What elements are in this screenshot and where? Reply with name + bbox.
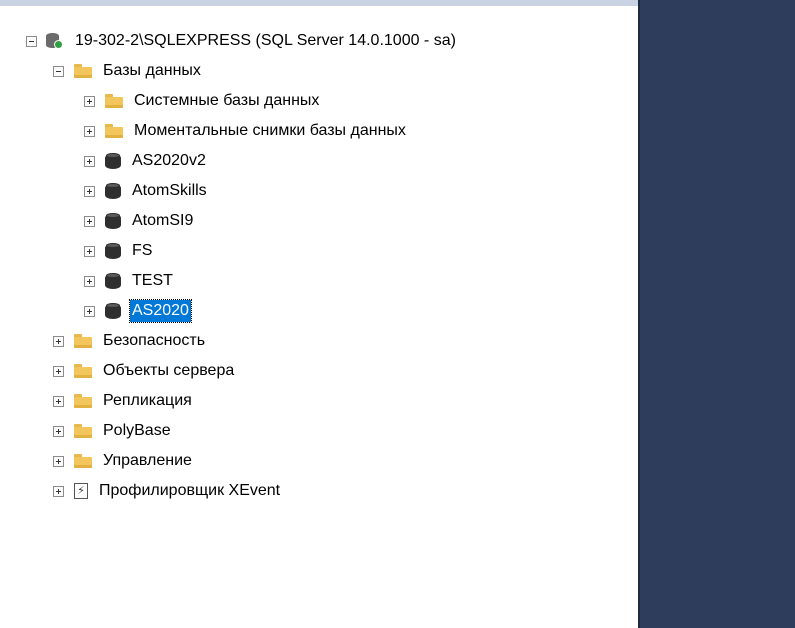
tree-node-label[interactable]: Безопасность xyxy=(101,330,207,352)
tree-node-database-atomskills[interactable]: AtomSkills xyxy=(0,176,638,206)
tree-node-server-objects[interactable]: Объекты сервера xyxy=(0,356,638,386)
server-label[interactable]: 19-302-2\SQLEXPRESS (SQL Server 14.0.100… xyxy=(73,30,458,52)
tree-node-server[interactable]: 19-302-2\SQLEXPRESS (SQL Server 14.0.100… xyxy=(0,26,638,56)
expand-icon[interactable] xyxy=(53,335,64,347)
collapse-icon[interactable] xyxy=(53,65,64,77)
folder-icon xyxy=(74,394,92,408)
tree-node-label[interactable]: Моментальные снимки базы данных xyxy=(132,120,408,142)
database-icon xyxy=(105,272,121,290)
tree-node-label[interactable]: AS2020v2 xyxy=(130,150,208,172)
tree-node-label[interactable]: AtomSkills xyxy=(130,180,209,202)
tree-node-databases[interactable]: Базы данных xyxy=(0,56,638,86)
expand-icon[interactable] xyxy=(84,245,95,257)
tree-node-label[interactable]: Управление xyxy=(101,450,194,472)
database-icon xyxy=(105,242,121,260)
object-explorer-panel: 19-302-2\SQLEXPRESS (SQL Server 14.0.100… xyxy=(0,0,638,628)
expand-icon[interactable] xyxy=(84,215,95,227)
tree-node-label[interactable]: PolyBase xyxy=(101,420,173,442)
folder-icon xyxy=(74,424,92,438)
xevent-profiler-icon: ⚡ xyxy=(74,483,88,499)
server-connected-icon xyxy=(46,32,64,50)
expand-icon[interactable] xyxy=(84,185,95,197)
expand-icon[interactable] xyxy=(53,425,64,437)
tree-node-database-atomsi9[interactable]: AtomSI9 xyxy=(0,206,638,236)
document-area-background xyxy=(638,0,795,628)
folder-icon xyxy=(74,64,92,78)
tree-node-label-selected[interactable]: AS2020 xyxy=(129,299,192,323)
tree-node-polybase[interactable]: PolyBase xyxy=(0,416,638,446)
expand-icon[interactable] xyxy=(53,395,64,407)
expand-icon[interactable] xyxy=(84,305,95,317)
database-icon xyxy=(105,302,121,320)
tree-node-label[interactable]: Профилировщик XEvent xyxy=(97,480,282,502)
tree-node-database-snapshots[interactable]: Моментальные снимки базы данных xyxy=(0,116,638,146)
database-icon xyxy=(105,212,121,230)
collapse-icon[interactable] xyxy=(26,35,37,47)
tree-node-label[interactable]: AtomSI9 xyxy=(130,210,195,232)
object-explorer-tree: 19-302-2\SQLEXPRESS (SQL Server 14.0.100… xyxy=(0,26,638,506)
tree-node-database-test[interactable]: TEST xyxy=(0,266,638,296)
expand-icon[interactable] xyxy=(53,365,64,377)
tree-node-replication[interactable]: Репликация xyxy=(0,386,638,416)
expand-icon[interactable] xyxy=(53,485,64,497)
tree-node-security[interactable]: Безопасность xyxy=(0,326,638,356)
tree-node-system-databases[interactable]: Системные базы данных xyxy=(0,86,638,116)
tree-node-label[interactable]: FS xyxy=(130,240,154,262)
expand-icon[interactable] xyxy=(84,125,95,137)
folder-icon xyxy=(74,454,92,468)
databases-label[interactable]: Базы данных xyxy=(101,60,203,82)
tree-node-label[interactable]: Репликация xyxy=(101,390,194,412)
folder-icon xyxy=(105,94,123,108)
expand-icon[interactable] xyxy=(84,275,95,287)
expand-icon[interactable] xyxy=(84,95,95,107)
folder-icon xyxy=(74,364,92,378)
folder-icon xyxy=(105,124,123,138)
expand-icon[interactable] xyxy=(84,155,95,167)
tree-node-label[interactable]: TEST xyxy=(130,270,175,292)
tree-node-management[interactable]: Управление xyxy=(0,446,638,476)
tree-node-label[interactable]: Объекты сервера xyxy=(101,360,236,382)
tree-node-xevent-profiler[interactable]: ⚡ Профилировщик XEvent xyxy=(0,476,638,506)
tree-node-database-as2020[interactable]: AS2020 xyxy=(0,296,638,326)
tree-node-database-as2020v2[interactable]: AS2020v2 xyxy=(0,146,638,176)
tree-node-database-fs[interactable]: FS xyxy=(0,236,638,266)
database-icon xyxy=(105,182,121,200)
tree-node-label[interactable]: Системные базы данных xyxy=(132,90,321,112)
ssms-window: 19-302-2\SQLEXPRESS (SQL Server 14.0.100… xyxy=(0,0,795,628)
expand-icon[interactable] xyxy=(53,455,64,467)
folder-icon xyxy=(74,334,92,348)
database-icon xyxy=(105,152,121,170)
